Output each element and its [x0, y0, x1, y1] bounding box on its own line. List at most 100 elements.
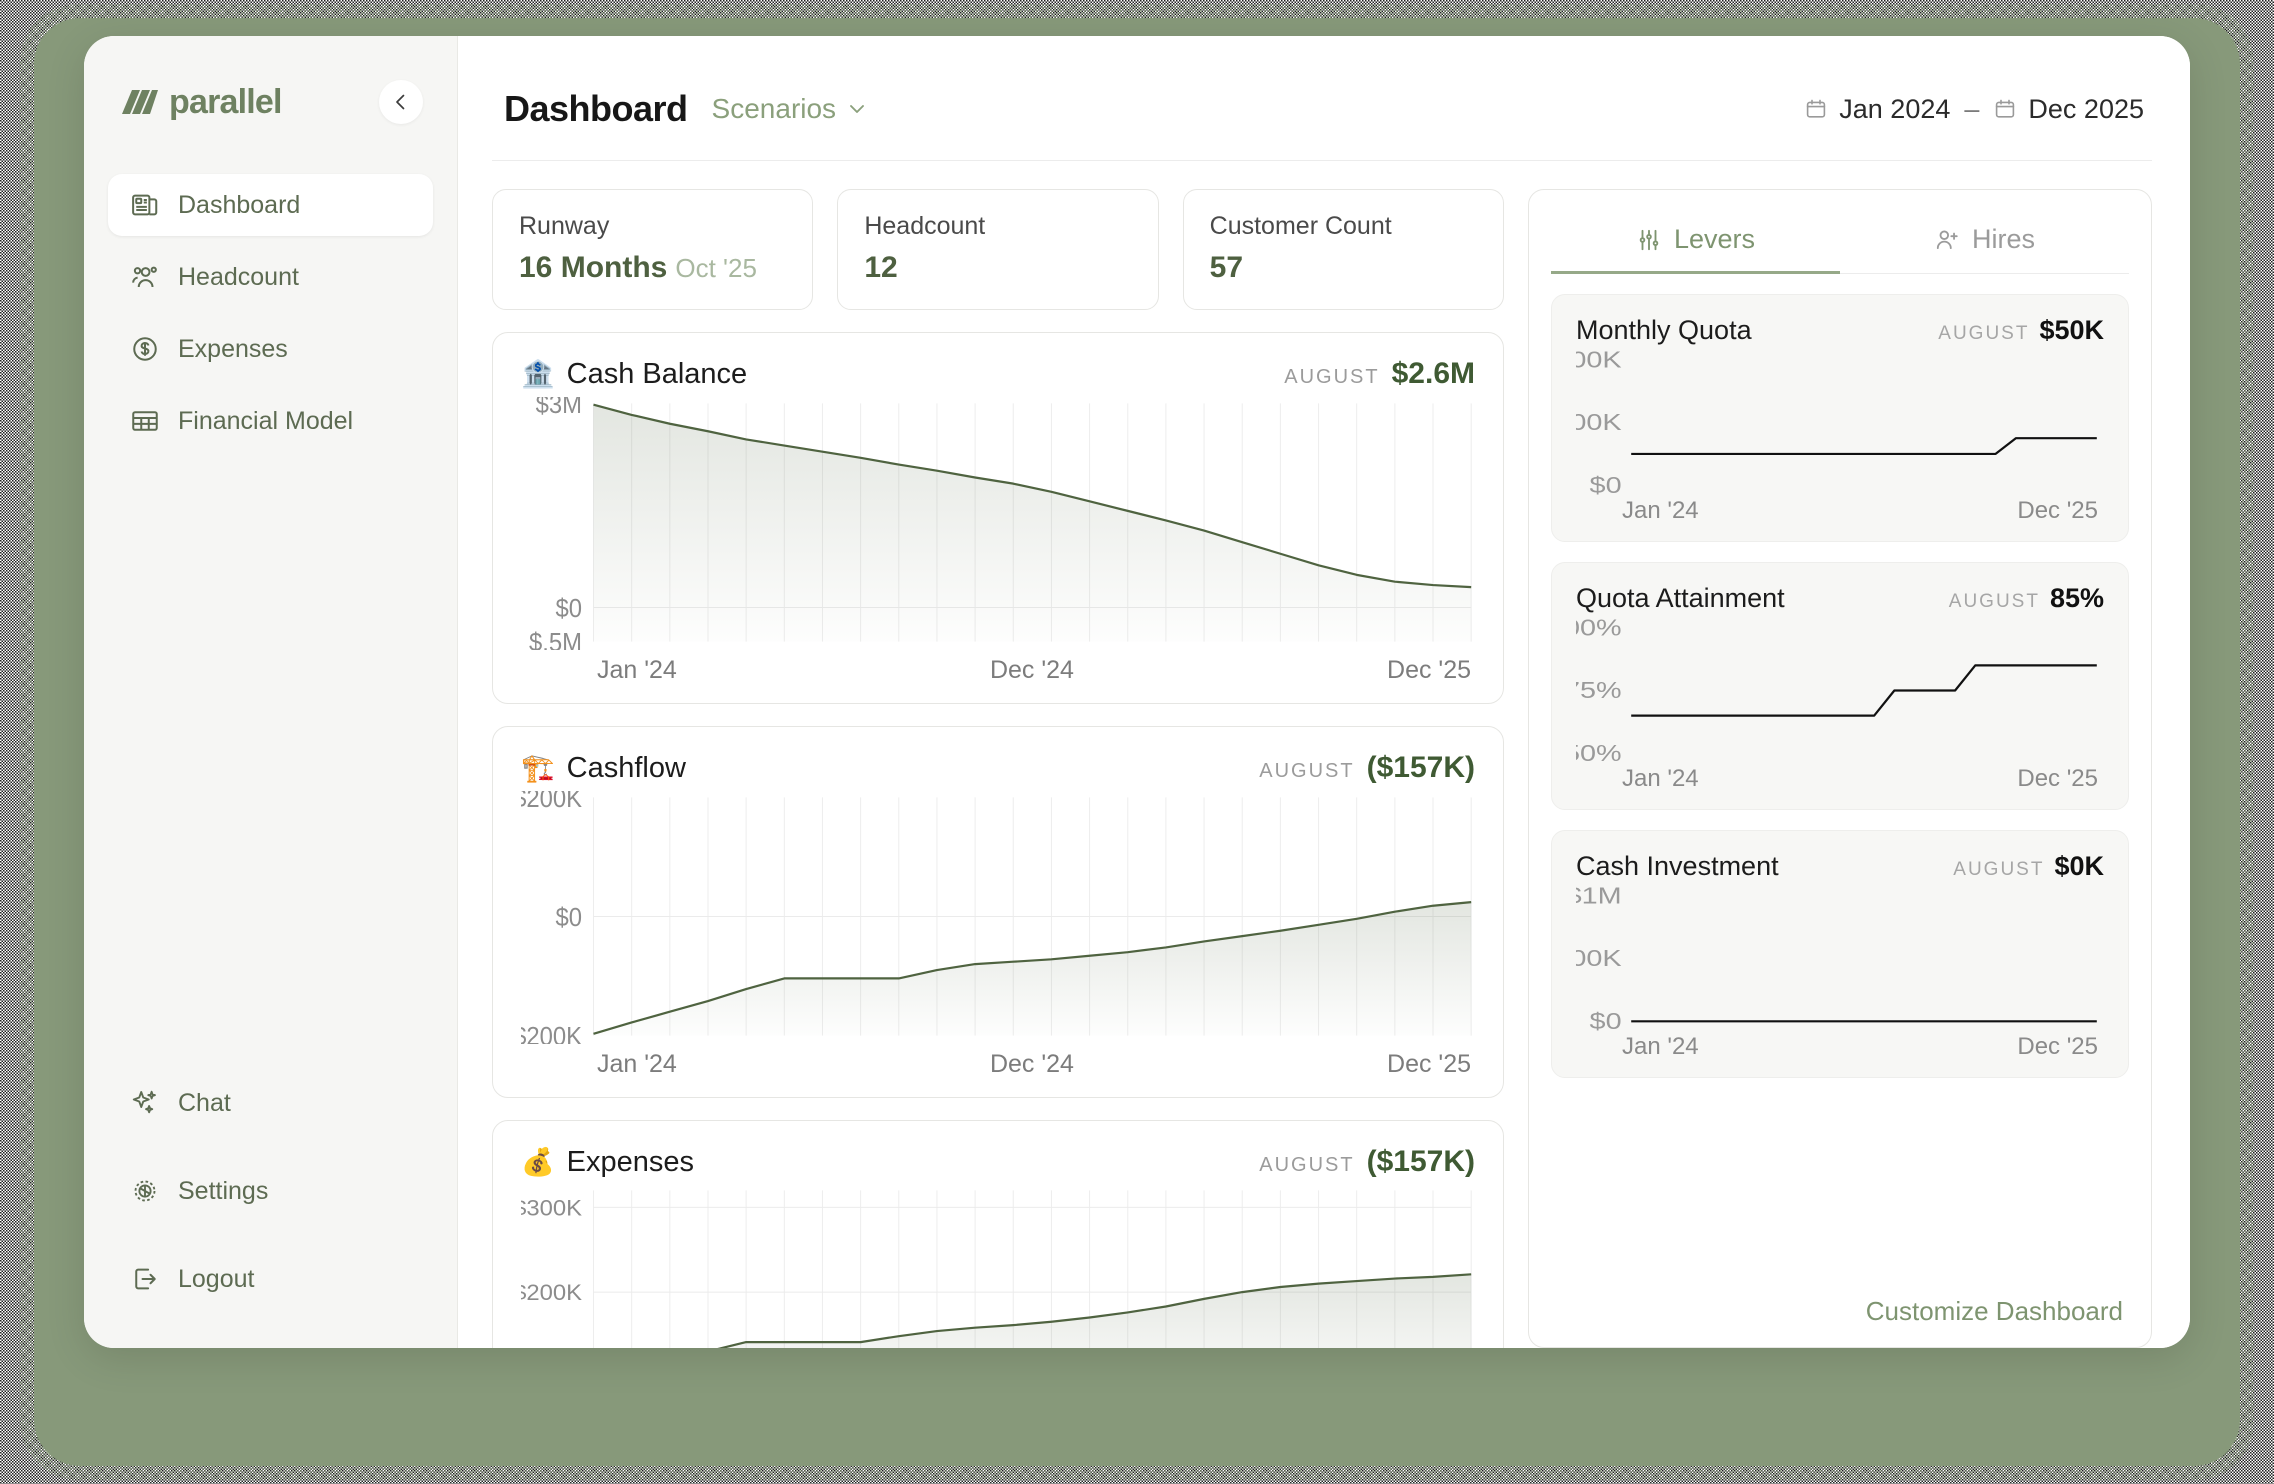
sidebar-item-settings[interactable]: Settings [108, 1160, 433, 1222]
kpi-value-text: 16 Months [519, 251, 668, 284]
sidebar-item-dashboard[interactable]: Dashboard [108, 174, 433, 236]
sidebar-item-label: Chat [178, 1088, 231, 1117]
sidebar: parallel Dashboard Headcount Expenses Fi… [84, 36, 458, 1348]
ytick-label: $500K [1576, 945, 1622, 972]
xtick-label: Jan '24 [597, 656, 677, 684]
tab-hires[interactable]: Hires [1840, 204, 2129, 273]
lever-card-cash-investment[interactable]: Cash Investment AUGUST $0K $1M $500K $0 [1551, 830, 2129, 1078]
date-range: Jan 2024 – Dec 2025 [1804, 94, 2144, 125]
side-panel-column: Levers Hires Monthly Quota AUGUST $50K 0… [1528, 189, 2152, 1348]
date-end-label: Dec 2025 [2028, 93, 2144, 124]
date-range-start[interactable]: Jan 2024 [1804, 94, 1950, 125]
lever-stat-value: $50K [2039, 315, 2104, 345]
sidebar-collapse-button[interactable] [379, 80, 423, 124]
dashboard-icon [132, 194, 158, 216]
chart-stat-month: AUGUST [1259, 760, 1355, 782]
sidebar-item-headcount[interactable]: Headcount [108, 246, 433, 308]
dollar-circle-icon [133, 337, 157, 361]
user-plus-icon [1936, 230, 1958, 249]
sidebar-item-chat[interactable]: Chat [108, 1072, 433, 1134]
chart-header: 💰 Expenses AUGUST ($157K) [521, 1145, 1475, 1179]
customize-dashboard-link[interactable]: Customize Dashboard [1551, 1278, 2129, 1329]
chart-stat: AUGUST $2.6M [1284, 357, 1475, 391]
sidebar-item-financial-model[interactable]: Financial Model [108, 390, 433, 452]
ytick-label: $0 [556, 903, 583, 932]
construction-emoji-icon: 🏗️ [521, 753, 555, 783]
chart-xaxis: Jan '24 Dec '24 Dec '25 [521, 1044, 1475, 1079]
lever-card-monthly-quota[interactable]: Monthly Quota AUGUST $50K $200K $100K $0 [1551, 294, 2129, 542]
date-start-label: Jan 2024 [1839, 93, 1951, 124]
main-content: Dashboard Scenarios Jan 2024 – Dec 2025 … [458, 36, 2190, 1348]
page-title: Dashboard [504, 88, 688, 129]
lever-header: Monthly Quota AUGUST $50K [1576, 315, 2104, 346]
chart-stat-value: ($157K) [1366, 751, 1475, 784]
lever-stat: AUGUST 85% [1949, 583, 2104, 614]
sidebar-item-label: Financial Model [178, 406, 354, 435]
chart-title: 🏗️ Cashflow [521, 752, 686, 785]
ytick-label: $0 [556, 594, 583, 623]
ytick-label: $3M [536, 397, 582, 419]
ytick-label: 75% [1576, 677, 1622, 704]
money-bag-emoji-icon: 💰 [521, 1147, 555, 1177]
sidebar-nav-main: Dashboard Headcount Expenses Financial M… [84, 174, 457, 462]
chart-xaxis: Jan '24 Dec '24 Dec '25 [521, 650, 1475, 685]
kpi-card-headcount[interactable]: Headcount 12 [837, 189, 1159, 310]
sidebar-item-logout[interactable]: Logout [108, 1248, 433, 1310]
ytick-label: 100% [1576, 618, 1622, 641]
sidebar-header: parallel [84, 36, 457, 124]
kpi-label: Customer Count [1209, 212, 1392, 240]
date-range-end[interactable]: Dec 2025 [1993, 94, 2144, 125]
xtick-label: Dec '25 [2017, 497, 2098, 524]
chart-stat: AUGUST ($157K) [1259, 1145, 1475, 1179]
ytick-label: $.5M [529, 628, 582, 650]
chart-title-text: Expenses [566, 1145, 694, 1178]
lever-plot-monthly-quota: $200K $100K $0 [1576, 350, 2104, 495]
xtick-label: Jan '24 [1622, 1033, 1699, 1060]
lever-stat-month: AUGUST [1953, 859, 2045, 880]
chart-title-text: Cashflow [566, 751, 686, 784]
levers-panel: Levers Hires Monthly Quota AUGUST $50K 0… [1528, 189, 2152, 1348]
kpi-row: Runway 16 Months Oct '25 Headcount 12 Cus… [492, 189, 1504, 310]
lever-title: Cash Investment [1576, 851, 1779, 881]
ytick-label: $200K [521, 1280, 583, 1305]
chevron-down-icon [850, 105, 865, 113]
chart-plot-cashflow: $200K $0 -$200K [521, 791, 1475, 1044]
chart-title-text: Cash Balance [566, 357, 748, 390]
date-range-separator: – [1964, 93, 1980, 124]
sidebar-item-label: Settings [178, 1176, 269, 1205]
tab-label: Levers [1673, 224, 1756, 254]
chart-card-cashflow[interactable]: 🏗️ Cashflow AUGUST ($157K) $200K $0 -$200K… [492, 726, 1504, 1098]
brand[interactable]: parallel [122, 83, 282, 122]
kpi-card-customer-count[interactable]: Customer Count 57 [1182, 189, 1504, 310]
scenarios-dropdown[interactable]: Scenarios [712, 93, 869, 125]
lever-card-quota-attainment[interactable]: Quota Attainment AUGUST 85% 100% 75% 50% [1551, 562, 2129, 810]
lever-stat-month: AUGUST [1948, 591, 2040, 612]
kpi-value: 16 Months Oct '25 [519, 251, 786, 285]
chart-card-expenses[interactable]: 💰 Expenses AUGUST ($157K) $300K$200K$100… [492, 1120, 1504, 1348]
chart-plot-expenses: $300K$200K$100K [521, 1185, 1475, 1348]
ytick-label: 50% [1576, 740, 1622, 763]
panel-tabs: Levers Hires [1551, 204, 2129, 274]
lever-stat: AUGUST $0K [1953, 851, 2104, 882]
lever-xaxis: Jan '24 Dec '25 [1576, 495, 2104, 525]
lever-xaxis: Jan '24 Dec '25 [1576, 763, 2104, 793]
sidebar-item-expenses[interactable]: Expenses [108, 318, 433, 380]
lever-xaxis: Jan '24 Dec '25 [1576, 1031, 2104, 1061]
tab-levers[interactable]: Levers [1551, 204, 1840, 274]
xtick-label: Dec '25 [2017, 765, 2098, 792]
gear-icon [134, 1180, 156, 1202]
kpi-card-runway[interactable]: Runway 16 Months Oct '25 [492, 189, 814, 310]
chart-card-cash-balance[interactable]: 🏦 Cash Balance AUGUST $2.6M $3M $0 $.5M Ja… [492, 332, 1504, 704]
kpi-value: 57 [1209, 251, 1244, 284]
calendar-icon [1996, 99, 2015, 118]
lever-title: Quota Attainment [1576, 583, 1785, 613]
calendar-icon [1807, 99, 1826, 118]
kpi-value: 12 [864, 251, 898, 284]
sliders-icon [1639, 229, 1659, 250]
xtick-label: Dec '25 [1387, 656, 1471, 684]
kpi-subvalue: Oct '25 [675, 253, 757, 283]
ytick-label: $100K [1576, 409, 1622, 436]
lever-plot-cash-investment: $1M $500K $0 [1576, 886, 2104, 1031]
xtick-label: Dec '24 [989, 656, 1074, 684]
lever-stat-month: AUGUST [1938, 323, 2030, 344]
